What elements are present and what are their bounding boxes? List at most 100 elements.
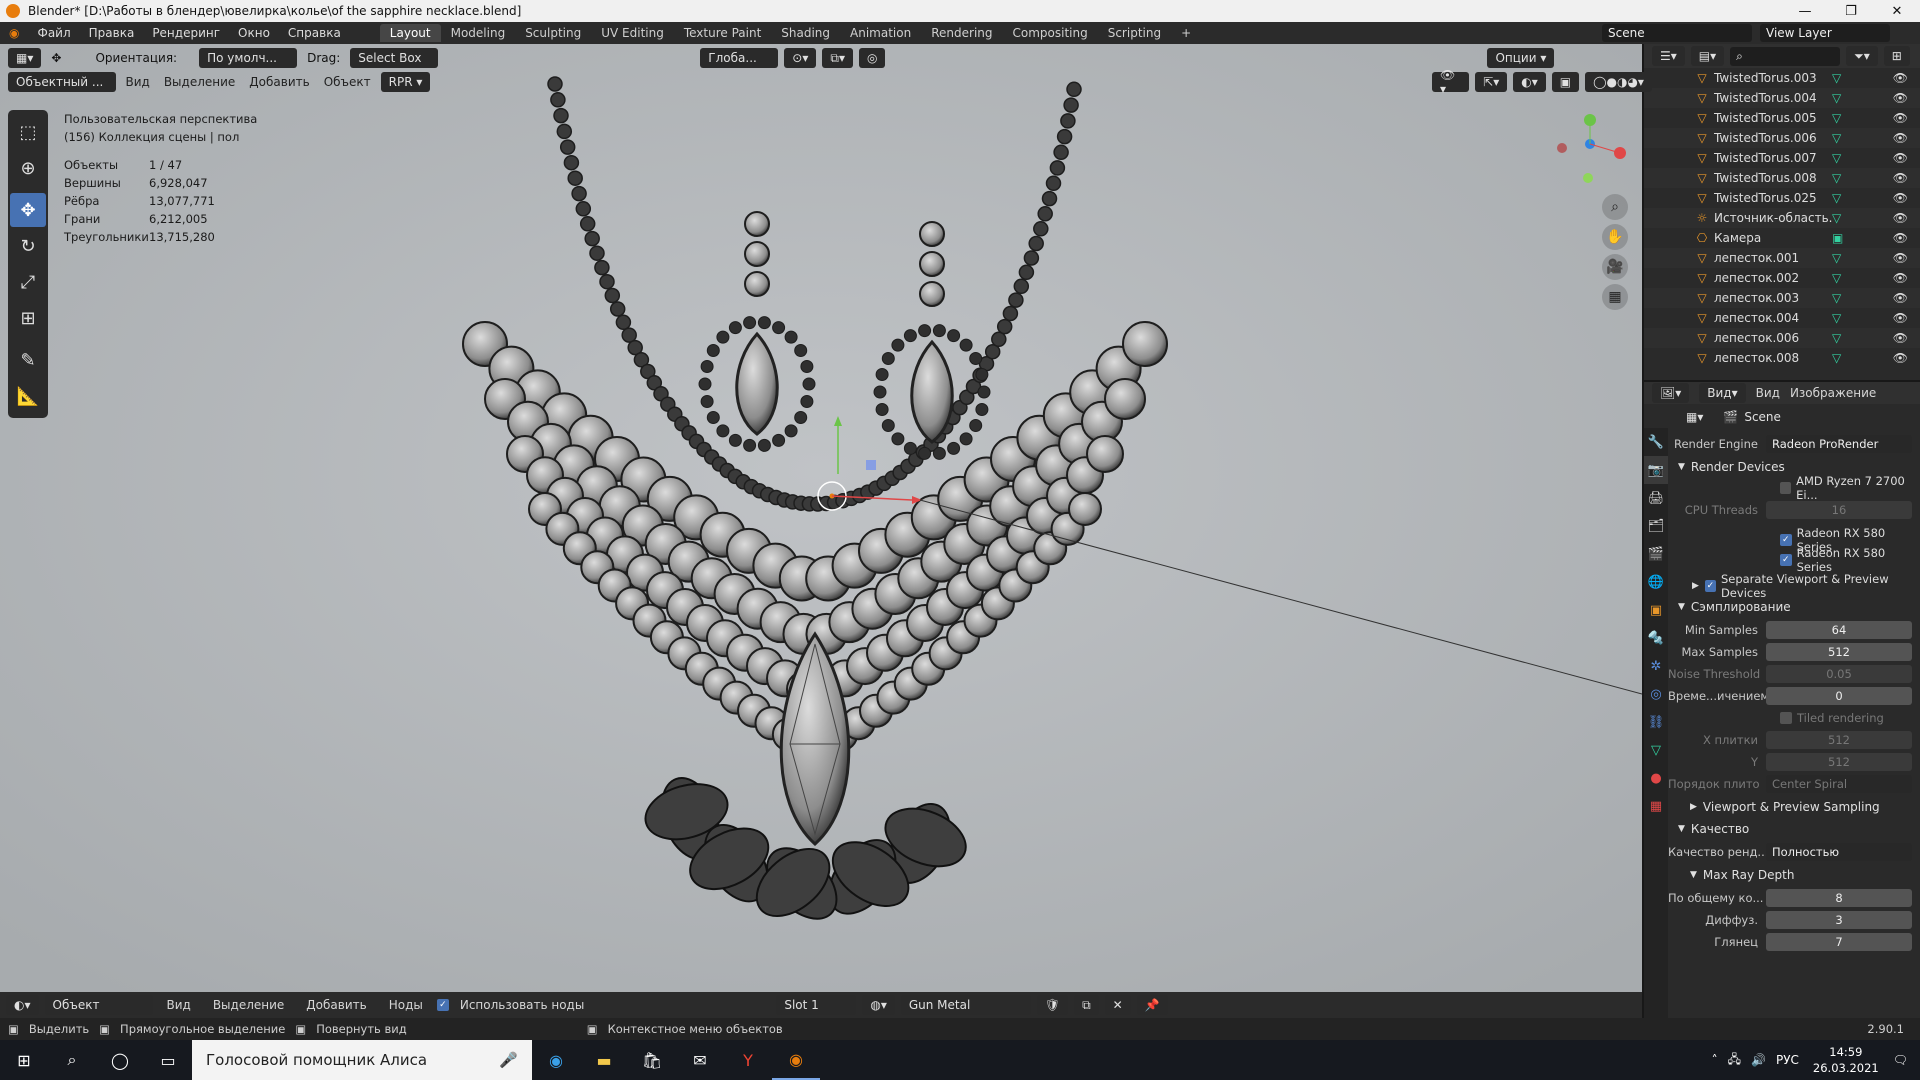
duplicate-material-icon[interactable]: ⧉: [1074, 995, 1099, 1015]
use-nodes-checkbox[interactable]: ✓: [436, 999, 449, 1011]
visibility-eye-icon[interactable]: 👁: [1893, 231, 1908, 245]
slot-dropdown[interactable]: Slot 1: [776, 995, 857, 1015]
overlay-icon[interactable]: ◐▾: [1513, 72, 1546, 92]
mesh-data-icon[interactable]: ▽: [1832, 191, 1852, 205]
camera-data-icon[interactable]: ▣: [1832, 231, 1852, 245]
gpu1-checkbox[interactable]: ✓: [1780, 534, 1792, 546]
gizmo-icon[interactable]: ⇱▾: [1475, 72, 1508, 92]
mail-icon[interactable]: ✉: [676, 1040, 724, 1080]
rotate-icon[interactable]: ↻: [10, 229, 46, 263]
outliner-item[interactable]: ▽ лепесток.004 ▽ 👁: [1644, 308, 1920, 328]
mesh-data-icon[interactable]: ▽: [1832, 91, 1852, 105]
outliner-editor-type-icon[interactable]: ☰▾: [1652, 46, 1685, 66]
node-mode-dropdown[interactable]: Объект: [44, 995, 153, 1015]
max-ray-depth-section[interactable]: ▼ Max Ray Depth: [1668, 864, 1920, 886]
cpu-threads-field[interactable]: 16: [1766, 501, 1912, 519]
tiled-rendering-checkbox[interactable]: [1780, 712, 1792, 724]
node-menu-select[interactable]: Выделение: [205, 998, 292, 1012]
diffuse-depth-field[interactable]: 3: [1766, 911, 1912, 929]
tab-texture-paint[interactable]: Texture Paint: [674, 24, 771, 42]
taskbar-search-box[interactable]: Голосовой помощник Алиса 🎤: [192, 1040, 532, 1080]
node-editor-type-icon[interactable]: ◐▾: [6, 995, 39, 1015]
tab-sculpting[interactable]: Sculpting: [515, 24, 591, 42]
menu-help[interactable]: Справка: [279, 26, 350, 40]
material-tab-icon[interactable]: ●: [1644, 764, 1668, 792]
visibility-eye-icon[interactable]: 👁: [1893, 171, 1908, 185]
properties-editor-icon[interactable]: ▦▾: [1678, 407, 1712, 427]
node-menu-add[interactable]: Добавить: [298, 998, 374, 1012]
mesh-data-icon[interactable]: ▽: [1832, 271, 1852, 285]
file-explorer-icon[interactable]: ▬: [580, 1040, 628, 1080]
data-tab-icon[interactable]: ▽: [1644, 736, 1668, 764]
rpr-menu[interactable]: RPR ▾: [380, 72, 431, 92]
blender-taskbar-icon[interactable]: ◉: [772, 1040, 820, 1080]
ortho-grid-icon[interactable]: ▦: [1602, 284, 1628, 310]
xray-icon[interactable]: ▣: [1551, 72, 1580, 92]
axis-gizmo[interactable]: [1548, 108, 1638, 188]
camera-view-icon[interactable]: 🎥: [1602, 254, 1628, 280]
noise-threshold-field[interactable]: 0.05: [1766, 665, 1912, 683]
minimize-button[interactable]: —: [1782, 4, 1828, 19]
outliner-item[interactable]: ▽ TwistedTorus.005 ▽ 👁: [1644, 108, 1920, 128]
visibility-icon[interactable]: 👁▾: [1432, 68, 1470, 96]
tool-tab-icon[interactable]: 🔧: [1644, 428, 1668, 456]
menu-edit[interactable]: Правка: [80, 26, 144, 40]
menu-render[interactable]: Рендеринг: [143, 26, 229, 40]
filter-icon[interactable]: ⏷▾: [1846, 46, 1878, 66]
image-menu-image[interactable]: Изображение: [1790, 386, 1876, 400]
scale-icon[interactable]: ⤢: [10, 265, 46, 299]
max-samples-field[interactable]: 512: [1766, 643, 1912, 661]
mode-dropdown[interactable]: Объектный ...: [8, 72, 116, 92]
tab-animation[interactable]: Animation: [840, 24, 921, 42]
mesh-data-icon[interactable]: ▽: [1832, 131, 1852, 145]
visibility-eye-icon[interactable]: 👁: [1893, 211, 1908, 225]
node-menu-view[interactable]: Вид: [159, 998, 199, 1012]
measure-icon[interactable]: 📐: [10, 379, 46, 413]
mesh-data-icon[interactable]: ▽: [1832, 151, 1852, 165]
outliner-item[interactable]: ▽ TwistedTorus.003 ▽ 👁: [1644, 68, 1920, 88]
tab-rendering[interactable]: Rendering: [921, 24, 1002, 42]
render-quality-dropdown[interactable]: Полностью: [1766, 843, 1912, 861]
tab-layout[interactable]: Layout: [379, 24, 441, 42]
visibility-eye-icon[interactable]: 👁: [1893, 111, 1908, 125]
menu-window[interactable]: Окно: [229, 26, 279, 40]
visibility-eye-icon[interactable]: 👁: [1893, 351, 1908, 365]
tab-modeling[interactable]: Modeling: [441, 24, 516, 42]
separate-devices-row[interactable]: ▶ ✓ Separate Viewport & Preview Devices: [1668, 572, 1920, 600]
world-tab-icon[interactable]: 🌐: [1644, 568, 1668, 596]
outliner-item[interactable]: ▽ TwistedTorus.006 ▽ 👁: [1644, 128, 1920, 148]
blender-menu-icon[interactable]: ◉: [0, 26, 28, 40]
menu-object[interactable]: Объект: [320, 75, 375, 89]
material-type-icon[interactable]: ◍▾: [862, 995, 895, 1015]
mesh-data-icon[interactable]: ▽: [1832, 71, 1852, 85]
menu-view[interactable]: Вид: [122, 75, 154, 89]
scene-tab-icon[interactable]: 🎬: [1644, 540, 1668, 568]
visibility-eye-icon[interactable]: 👁: [1893, 191, 1908, 205]
outliner-item[interactable]: ⎔ Камера ▣ 👁: [1644, 228, 1920, 248]
output-tab-icon[interactable]: 🖨: [1644, 484, 1668, 512]
keyboard-lang[interactable]: РУС: [1776, 1053, 1799, 1067]
pivot-point-icon[interactable]: ⊙▾: [784, 48, 817, 68]
fake-user-icon[interactable]: 🛡: [1036, 995, 1069, 1015]
edge-icon[interactable]: ◉: [532, 1040, 580, 1080]
visibility-eye-icon[interactable]: 👁: [1893, 91, 1908, 105]
visibility-eye-icon[interactable]: 👁: [1893, 311, 1908, 325]
drag-dropdown[interactable]: Select Box: [350, 48, 439, 68]
material-field[interactable]: Gun Metal: [900, 995, 1031, 1015]
zoom-icon[interactable]: ⌕: [1602, 194, 1628, 220]
separate-devices-checkbox[interactable]: ✓: [1704, 580, 1716, 592]
annotate-icon[interactable]: ✎: [10, 343, 46, 377]
volume-icon[interactable]: 🔊: [1751, 1053, 1766, 1067]
outliner-item[interactable]: ▽ TwistedTorus.008 ▽ 👁: [1644, 168, 1920, 188]
snap-icon[interactable]: ⧉▾: [822, 48, 853, 68]
visibility-eye-icon[interactable]: 👁: [1893, 271, 1908, 285]
maximize-button[interactable]: ❐: [1828, 4, 1874, 19]
outliner-item[interactable]: ▽ лепесток.003 ▽ 👁: [1644, 288, 1920, 308]
editor-type-button[interactable]: ▦▾: [8, 48, 42, 68]
outliner-item[interactable]: ▽ лепесток.008 ▽ 👁: [1644, 348, 1920, 368]
outliner-item[interactable]: ▽ лепесток.006 ▽ 👁: [1644, 328, 1920, 348]
visibility-eye-icon[interactable]: 👁: [1893, 131, 1908, 145]
min-samples-field[interactable]: 64: [1766, 621, 1912, 639]
orientation-dropdown[interactable]: По умолч...: [199, 48, 298, 68]
visibility-eye-icon[interactable]: 👁: [1893, 331, 1908, 345]
